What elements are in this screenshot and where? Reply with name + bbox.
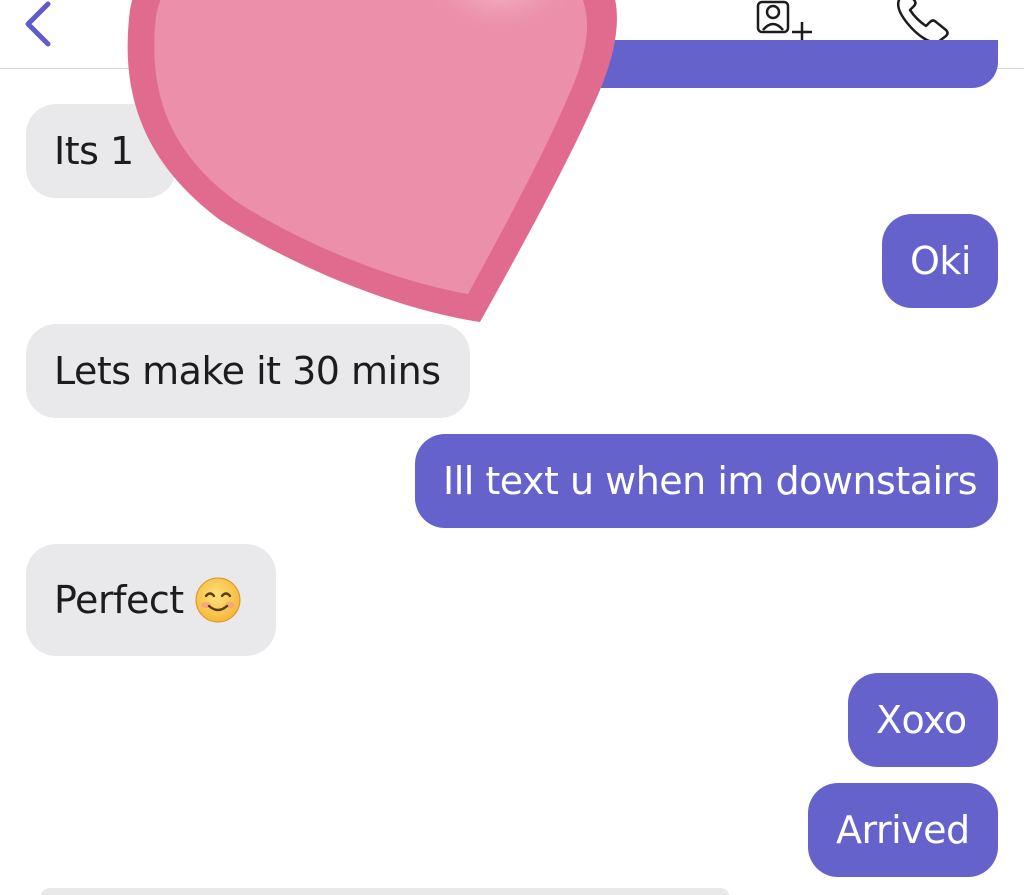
message-incoming[interactable]: Perfect [26,544,276,656]
chevron-left-icon [25,1,51,47]
message-outgoing[interactable]: Ill text u when im downstairs [415,434,998,528]
messages-screen: 1 Its 1 Oki Lets make it 30 mins Ill tex… [0,0,1024,895]
message-incoming[interactable]: Lets make it 30 mins [26,324,470,418]
smiling-face-emoji-icon [195,577,241,622]
message-outgoing[interactable]: Xoxo [848,673,998,767]
message-text: Perfect [54,578,184,622]
outgoing-bubble-partial [560,40,998,88]
message-text: Arrived [836,808,970,852]
message-text: Ill text u when im downstairs [443,459,978,503]
message-text: Xoxo [876,698,967,742]
message-incoming[interactable]: Its 1 [26,104,176,198]
contact-name: 1 [560,0,589,29]
message-text: Oki [910,239,971,283]
message-outgoing[interactable]: Oki [882,214,998,308]
message-text: Its 1 [54,129,134,173]
back-button[interactable] [14,0,64,48]
message-outgoing[interactable]: Arrived [808,783,998,877]
message-text: Lets make it 30 mins [54,349,441,393]
incoming-bubble-partial [40,888,730,895]
